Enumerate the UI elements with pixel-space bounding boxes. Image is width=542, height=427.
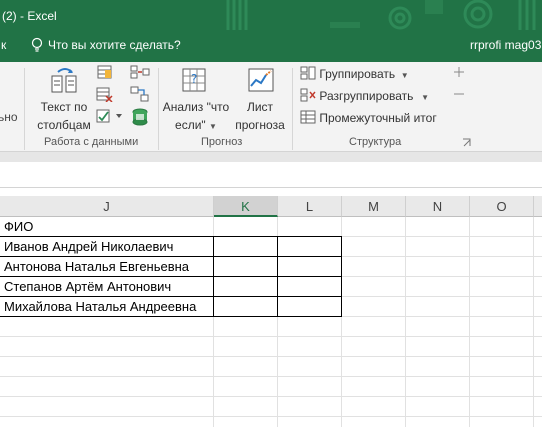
column-header-partial [534,196,542,217]
column-header-o[interactable]: O [470,196,534,217]
what-if-label-1: Анализ "что [162,100,230,114]
text-to-columns-button[interactable]: Текст по столбцам [34,98,94,134]
forecast-sheet-button[interactable]: Лист прогноза [232,98,288,134]
group-label: Группировать [319,67,396,81]
chevron-down-icon: ▼ [398,71,409,80]
what-if-label-2: если" [175,118,206,132]
formula-bar-border [0,187,542,188]
title-bar: (2) - Excel к Что вы хотите сделать? rrp… [0,0,542,62]
ungroup-button[interactable]: Разгруппировать ▼ [300,88,429,103]
relationships-icon[interactable] [130,86,150,102]
text-to-columns-label-1: Текст по [40,100,88,114]
tell-me-left-fragment: к [1,38,7,52]
forecast-sheet-label-1: Лист [246,100,274,114]
ribbon-left-fragment: ьно [0,110,18,124]
text-to-columns-icon [51,68,77,93]
subtotal-button[interactable]: Промежуточный итог [300,110,437,125]
table-row[interactable]: Антонова Наталья Евгеньевна [1,257,189,277]
tell-me-row: к Что вы хотите сделать? rrprofi mag03 [0,37,542,55]
table-border [277,236,278,317]
column-header-k[interactable]: K [214,196,278,217]
grid-line [0,396,542,397]
table-row[interactable]: Иванов Андрей Николаевич [1,237,173,257]
grid-line [0,336,542,337]
grid-line [0,376,542,377]
forecast-group-label: Прогноз [201,136,243,148]
column-header-j[interactable]: J [0,196,214,217]
data-model-icon[interactable] [130,108,150,126]
title-decoration [226,0,536,30]
table-border [213,236,214,317]
worksheet-grid[interactable]: ФИО Иванов Андрей Николаевич Антонова На… [0,217,542,427]
table-row[interactable]: Михайлова Наталья Андреевна [1,297,196,317]
outline-group-label: Структура [349,136,402,148]
forecast-sheet-icon [248,68,274,92]
what-if-analysis-button[interactable]: Анализ "что если" ▼ [160,98,232,136]
group-button[interactable]: Группировать ▼ [300,66,409,81]
column-header-m[interactable]: M [342,196,406,217]
hide-detail-icon[interactable] [452,88,466,100]
svg-text:?: ? [191,72,197,86]
forecast-sheet-label-2: прогноза [235,118,285,132]
tell-me-input[interactable]: Что вы хотите сделать? [48,38,181,52]
remove-duplicates-icon[interactable] [96,86,114,102]
ribbon: ьно Текст по столбцам Работа с данными ?… [0,62,542,152]
chevron-down-icon: ▼ [416,93,430,102]
user-name[interactable]: rrprofi mag03 [470,38,541,52]
consolidate-icon[interactable] [130,64,150,80]
column-header-n[interactable]: N [406,196,470,217]
ribbon-separator [158,68,159,150]
group-icon [300,66,316,80]
ungroup-label: Разгруппировать [319,89,414,103]
dialog-launcher-icon[interactable] [462,138,471,147]
data-tools-group-label: Работа с данными [44,136,139,148]
grid-line [0,356,542,357]
subtotal-label: Промежуточный итог [319,111,437,125]
ribbon-gap [0,152,542,162]
subtotal-icon [300,110,316,124]
column-header-l[interactable]: L [278,196,342,217]
flash-fill-icon[interactable] [96,64,114,80]
table-border [341,236,342,317]
chevron-down-icon: ▼ [209,122,217,131]
ungroup-icon [300,88,316,102]
ribbon-separator [292,68,293,150]
what-if-analysis-icon: ? [182,68,206,92]
data-validation-icon[interactable] [96,108,126,124]
grid-line [0,416,542,417]
text-to-columns-label-2: столбцам [37,118,91,132]
ribbon-separator [24,68,25,150]
show-detail-icon[interactable] [452,66,466,78]
lightbulb-icon [31,37,43,52]
cell-header-fio[interactable]: ФИО [1,217,33,237]
formula-bar-area [0,152,542,196]
table-row[interactable]: Степанов Артём Антонович [1,277,171,297]
